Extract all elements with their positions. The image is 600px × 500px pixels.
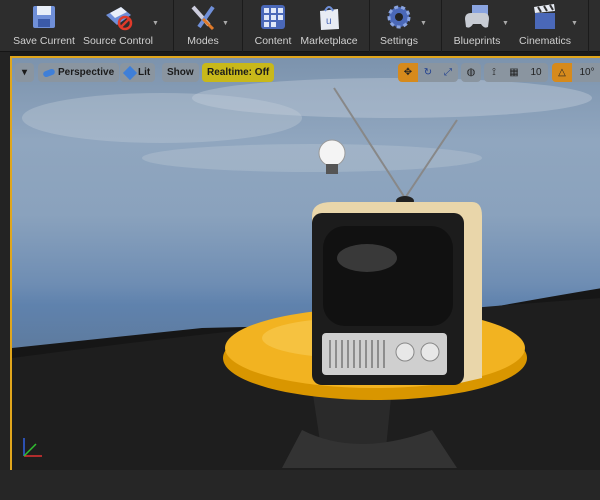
viewport-options-dropdown[interactable]: ▾ (15, 63, 34, 82)
world-local-toggle[interactable]: ◍ (461, 63, 481, 82)
show-button[interactable]: Show (162, 63, 199, 82)
marketplace-bag-icon: u (314, 2, 344, 32)
settings-button[interactable]: Settings (376, 2, 422, 50)
modes-dropdown[interactable]: ▼ (222, 20, 229, 27)
source-control-button[interactable]: Source Control (82, 2, 154, 50)
clapperboard-icon (530, 2, 560, 32)
cinematics-dropdown[interactable]: ▼ (571, 20, 578, 27)
angle-icon: △ (558, 67, 566, 78)
grid-snap-toggle[interactable]: ▦ (504, 63, 524, 82)
content-grid-icon (258, 2, 288, 32)
gamepad-icon (462, 2, 492, 32)
source-control-dropdown[interactable]: ▼ (152, 20, 159, 27)
chevron-down-icon: ▾ (21, 67, 28, 78)
move-arrows-icon: ✥ (403, 67, 413, 78)
left-panel-edge (0, 52, 10, 470)
perspective-button[interactable]: Perspective (38, 63, 120, 82)
cinematics-button[interactable]: Cinematics (518, 2, 572, 50)
grid-icon: ▦ (509, 67, 519, 78)
lit-view-mode-button[interactable]: Lit (120, 63, 156, 82)
realtime-toggle[interactable]: Realtime: Off (202, 63, 275, 82)
floppy-disk-icon (29, 2, 59, 32)
save-current-button[interactable]: Save Current (12, 2, 76, 50)
marketplace-button[interactable]: u Marketplace (300, 2, 358, 50)
rotation-snap-toggle[interactable]: △ (552, 63, 572, 82)
surface-snap-icon: ⟟ (492, 67, 496, 78)
translate-mode-button[interactable]: ✥ (398, 63, 418, 82)
modes-button[interactable]: Modes (180, 2, 226, 50)
content-button[interactable]: Content (250, 2, 296, 50)
camera-icon (42, 67, 56, 78)
scale-icon: ⤢ (444, 67, 452, 78)
tools-icon (188, 2, 218, 32)
rotate-mode-button[interactable]: ↻ (418, 63, 438, 82)
bottom-panel (0, 470, 600, 500)
scene-render (12, 78, 600, 470)
rotation-snap-value[interactable]: 10° (572, 63, 600, 82)
scale-mode-button[interactable]: ⤢ (438, 63, 458, 82)
globe-icon: ◍ (466, 67, 476, 78)
level-viewport[interactable]: ▾ Perspective Lit Show Realtime: Off ✥ ↻… (10, 56, 600, 470)
svg-text:u: u (326, 16, 332, 27)
settings-dropdown[interactable]: ▼ (420, 20, 427, 27)
rotate-icon: ↻ (423, 67, 433, 78)
surface-snap-button[interactable]: ⟟ (484, 63, 504, 82)
source-control-icon (103, 2, 133, 32)
gear-icon (384, 2, 414, 32)
television (312, 87, 482, 385)
grid-snap-value[interactable]: 10 (524, 63, 548, 82)
cube-icon (122, 65, 138, 80)
blueprints-button[interactable]: Blueprints (450, 2, 504, 50)
blueprints-dropdown[interactable]: ▼ (502, 20, 509, 27)
main-toolbar: Save Current Source Control ▼ Modes ▼ Co… (0, 0, 600, 52)
